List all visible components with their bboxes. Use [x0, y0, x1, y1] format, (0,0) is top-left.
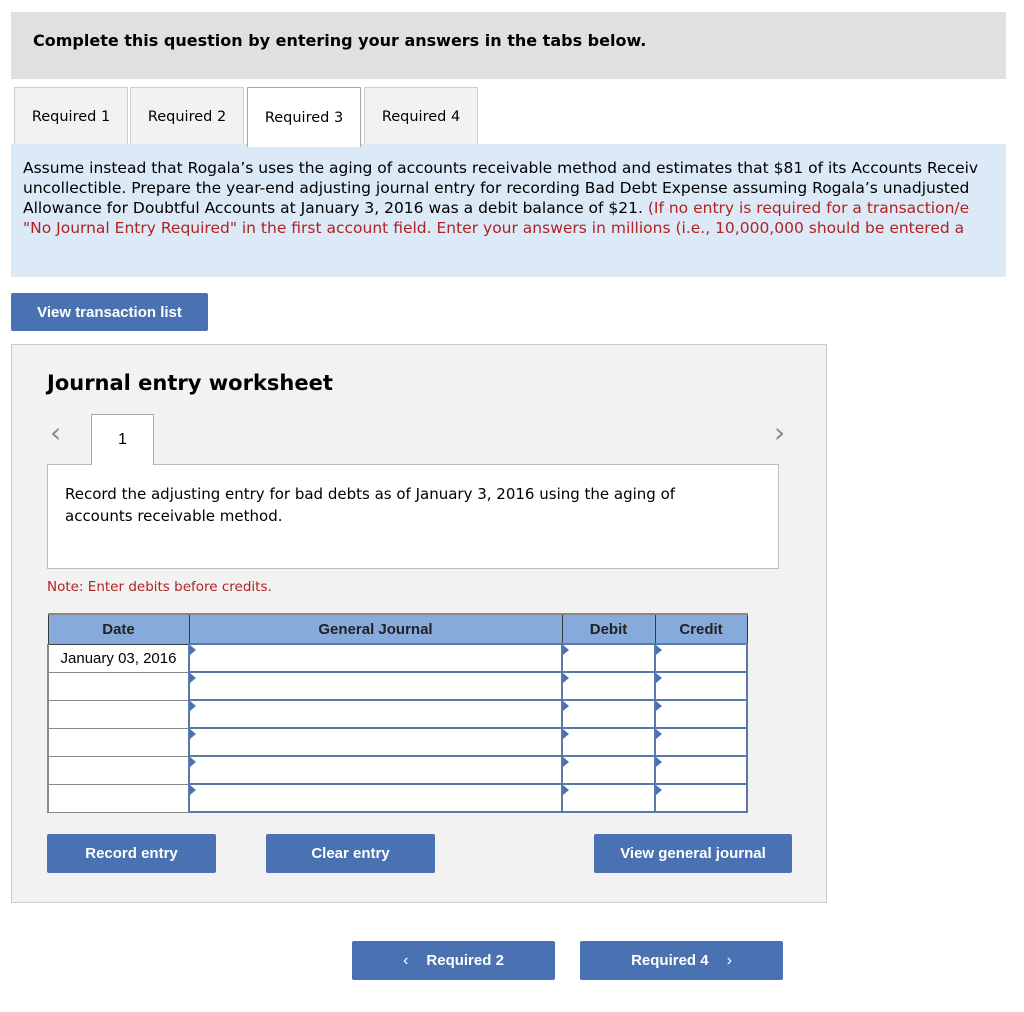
table-row [47, 755, 748, 785]
date-cell [47, 699, 190, 729]
clear-entry-button[interactable]: Clear entry [266, 834, 435, 873]
question-text: Assume instead that Rogala’s uses the ag… [23, 158, 1006, 238]
credit-input[interactable] [656, 673, 746, 699]
credit-cell[interactable] [654, 643, 748, 673]
prev-required-button[interactable]: ‹ Required 2 [352, 941, 555, 980]
instruction-text: Complete this question by entering your … [33, 31, 647, 50]
credit-input[interactable] [656, 729, 746, 755]
journal-entry-worksheet: Journal entry worksheet ‹ › 1 Record the… [11, 344, 827, 903]
credit-input[interactable] [656, 785, 746, 811]
header-credit: Credit [654, 613, 748, 645]
credit-input[interactable] [656, 757, 746, 783]
next-required-label: Required 4 [631, 952, 709, 969]
credit-input[interactable] [656, 645, 746, 671]
debit-input[interactable] [563, 757, 654, 783]
date-cell [47, 671, 190, 701]
account-cell[interactable] [188, 727, 563, 757]
worksheet-title: Journal entry worksheet [47, 371, 333, 395]
credit-cell[interactable] [654, 783, 748, 813]
debit-cell[interactable] [561, 671, 656, 701]
chevron-left-icon[interactable]: ‹ [50, 419, 61, 447]
entry-description: Record the adjusting entry for bad debts… [65, 485, 676, 525]
table-row [47, 671, 748, 701]
chevron-right-icon[interactable]: › [774, 419, 785, 447]
view-general-journal-button[interactable]: View general journal [594, 834, 792, 873]
header-general-journal: General Journal [188, 613, 563, 645]
credit-cell[interactable] [654, 699, 748, 729]
account-input[interactable] [190, 757, 561, 783]
debit-input[interactable] [563, 673, 654, 699]
chevron-right-icon: › [726, 951, 732, 969]
question-instruction-red-2: "No Journal Entry Required" in the first… [23, 219, 965, 237]
debit-input[interactable] [563, 701, 654, 727]
prev-required-label: Required 2 [426, 952, 504, 969]
table-row [47, 727, 748, 757]
view-transaction-list-button[interactable]: View transaction list [11, 293, 208, 331]
tab-required-4[interactable]: Required 4 [364, 87, 478, 145]
account-cell[interactable] [188, 755, 563, 785]
question-instruction-red: (If no entry is required for a transacti… [647, 199, 970, 217]
credit-cell[interactable] [654, 755, 748, 785]
debit-input[interactable] [563, 785, 654, 811]
account-input[interactable] [190, 673, 561, 699]
account-cell[interactable] [188, 783, 563, 813]
debit-credit-note: Note: Enter debits before credits. [47, 579, 272, 595]
credit-cell[interactable] [654, 727, 748, 757]
tab-required-3[interactable]: Required 3 [247, 87, 361, 147]
question-line-1: Assume instead that Rogala’s uses the ag… [23, 159, 979, 177]
date-cell [47, 727, 190, 757]
header-debit: Debit [561, 613, 656, 645]
table-row [47, 699, 748, 729]
account-cell[interactable] [188, 699, 563, 729]
table-row [47, 783, 748, 813]
debit-input[interactable] [563, 645, 654, 671]
header-date: Date [47, 613, 190, 645]
account-input[interactable] [190, 785, 561, 811]
account-input[interactable] [190, 645, 561, 671]
journal-table: Date General Journal Debit Credit Januar… [47, 613, 748, 813]
journal-table-header: Date General Journal Debit Credit [47, 613, 748, 645]
account-input[interactable] [190, 729, 561, 755]
table-row: January 03, 2016 [47, 643, 748, 673]
record-entry-button[interactable]: Record entry [47, 834, 216, 873]
credit-input[interactable] [656, 701, 746, 727]
debit-cell[interactable] [561, 727, 656, 757]
debit-input[interactable] [563, 729, 654, 755]
chevron-left-icon: ‹ [403, 951, 409, 969]
date-cell [47, 783, 190, 813]
account-input[interactable] [190, 701, 561, 727]
account-cell[interactable] [188, 671, 563, 701]
debit-cell[interactable] [561, 643, 656, 673]
question-line-3: Allowance for Doubtful Accounts at Janua… [23, 199, 648, 217]
debit-cell[interactable] [561, 699, 656, 729]
entry-description-box: Record the adjusting entry for bad debts… [47, 464, 779, 569]
tab-required-2[interactable]: Required 2 [130, 87, 244, 145]
instruction-banner: Complete this question by entering your … [11, 12, 1006, 79]
entry-tab-1[interactable]: 1 [91, 414, 154, 465]
tab-required-1[interactable]: Required 1 [14, 87, 128, 145]
date-cell: January 03, 2016 [47, 643, 190, 673]
debit-cell[interactable] [561, 783, 656, 813]
question-line-2: uncollectible. Prepare the year-end adju… [23, 179, 970, 197]
debit-cell[interactable] [561, 755, 656, 785]
next-required-button[interactable]: Required 4 › [580, 941, 783, 980]
credit-cell[interactable] [654, 671, 748, 701]
question-panel: Assume instead that Rogala’s uses the ag… [11, 146, 1006, 277]
date-cell [47, 755, 190, 785]
account-cell[interactable] [188, 643, 563, 673]
